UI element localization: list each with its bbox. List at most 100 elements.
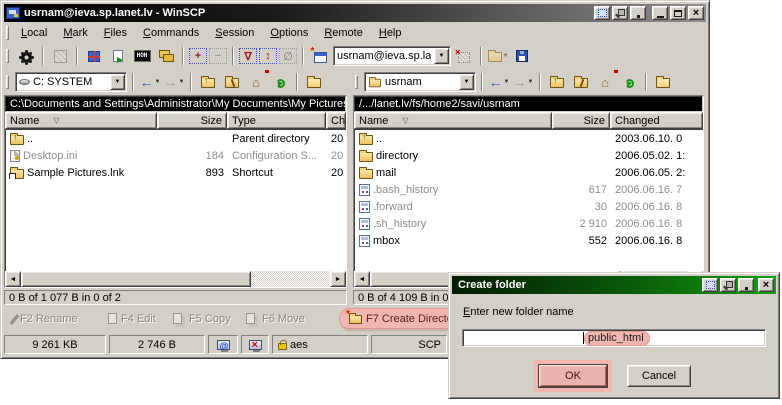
maximize-button[interactable] [670,6,686,20]
file-changed: 20 [327,150,346,162]
select-button[interactable]: + [189,48,207,64]
session-combo-arrow[interactable]: ▼ [434,48,449,64]
local-home-button[interactable]: ⌂ [245,71,267,93]
column-header-type[interactable]: Type [227,112,326,129]
table-row[interactable]: mail 2006.06.05. 2: [355,164,703,181]
swap-panels-button[interactable]: ↕ [259,48,277,64]
scroll-left-button[interactable]: ◄ [5,271,21,287]
synchronize-button[interactable] [83,45,105,67]
local-back-button[interactable]: ←▼ [139,71,161,93]
menu-files[interactable]: Files [96,25,135,41]
remote-dir-combo[interactable]: usrnam ▼ [364,72,476,92]
table-row[interactable]: directory 2006.05.02. 1: [355,147,703,164]
menu-local[interactable]: Local [13,25,55,41]
minimize-button[interactable] [652,6,668,20]
dialog-close-button[interactable]: × [758,278,774,292]
local-drive-value: C: SYSTEM [33,76,107,88]
local-toolbar-grabber[interactable] [6,75,9,89]
local-horizontal-scrollbar[interactable]: ◄ ► [5,271,346,287]
folder-name-input[interactable]: public_html [462,329,766,347]
rollup-button[interactable] [630,6,646,20]
copy-icon [173,313,182,324]
star-icon: * [346,309,350,320]
local-open-dir-button[interactable] [303,71,325,93]
remote-back-button[interactable]: ←▼ [488,71,510,93]
pencil-icon [10,314,19,324]
table-row[interactable]: .forward 30 2006.06.16. 8 [355,198,703,215]
menu-mark[interactable]: Mark [55,25,95,41]
table-row[interactable]: ↑.. Parent directory 20 [6,130,346,147]
menu-options[interactable]: Options [262,25,316,41]
local-panel-toolbar: C: SYSTEM ▼ ←▼ →▼ ↑ ⌂ [4,69,325,95]
filter-button[interactable]: ∇ [239,48,257,64]
close-button[interactable]: × [688,6,704,20]
ok-button[interactable]: OK [539,365,607,387]
remote-open-dir-button[interactable] [652,71,674,93]
local-drive-combo[interactable]: C: SYSTEM ▼ [15,72,127,92]
sort-icon: ▽ [402,116,408,125]
edit-icon [108,313,117,324]
dock-button[interactable] [594,6,610,20]
column-header-size[interactable]: Size [157,112,227,129]
column-header-size[interactable]: Size [552,112,610,129]
toolbar-grabber[interactable] [6,49,9,63]
cancel-button[interactable]: Cancel [627,365,691,387]
remote-dir-combo-arrow[interactable]: ▼ [459,74,474,90]
table-row[interactable]: Sample Pictures.lnk 893 Shortcut 20 [6,164,346,181]
menu-session[interactable]: Session [207,25,262,41]
remote-refresh-button[interactable] [618,71,640,93]
local-parent-dir-button[interactable]: ↑ [197,71,219,93]
scroll-left-button[interactable]: ◄ [354,271,370,287]
session-combo[interactable]: usrnam@ieva.sp.la ▼ [333,46,451,66]
column-header-changed[interactable]: Changed [610,112,703,129]
local-size-status: 9 261 KB [4,335,106,354]
preferences-button[interactable] [15,45,37,67]
table-row[interactable]: Desktop.ini 184 Configuration S... 20 [6,147,346,164]
table-row[interactable]: mbox 552 2006.06.16. 8 [355,232,703,249]
column-label: Type [232,115,256,127]
column-header-name[interactable]: Name▽ [354,112,552,129]
scroll-track[interactable] [21,271,330,287]
console-button[interactable]: HOH [131,45,153,67]
menubar-grabber[interactable] [6,26,9,40]
dialog-titlebar[interactable]: Create folder × [452,276,776,294]
main-titlebar[interactable]: usrnam@ieva.sp.lanet.lv - WinSCP × [4,4,706,22]
menu-remote[interactable]: Remote [316,25,371,41]
column-label: Changed [615,115,660,127]
file-size: 184 [158,150,228,162]
column-header-changed[interactable]: Ch [326,112,346,129]
dialog-pin-button[interactable] [720,278,736,292]
scroll-right-button[interactable]: ► [330,271,346,287]
file-changed: 2006.06.16. 7 [611,184,703,196]
sync-browsing-button[interactable] [155,45,177,67]
bookmarks-button: ▼ [487,45,509,67]
dialog-rollup-button[interactable] [738,278,754,292]
file-size: 893 [158,167,228,179]
remote-home-button[interactable]: ⌂ [594,71,616,93]
console-status-icon: @ [217,340,230,350]
remote-toolbar-grabber[interactable] [355,75,358,89]
network-button[interactable] [49,45,71,67]
table-row[interactable]: ↑.. 2003.06.10. 0 [355,130,703,147]
sync-folders-icon [159,50,174,62]
remote-root-dir-button[interactable] [570,71,592,93]
column-header-name[interactable]: Name▽ [5,112,157,129]
table-row[interactable]: .sh_history 2 910 2006.06.16. 8 [355,215,703,232]
compare-button[interactable] [107,45,129,67]
local-refresh-button[interactable] [269,71,291,93]
local-drive-combo-arrow[interactable]: ▼ [110,74,125,90]
remote-size-status: 2 746 B [109,335,205,354]
scroll-thumb[interactable] [21,271,251,287]
save-session-button[interactable] [511,45,533,67]
menu-commands[interactable]: Commands [135,25,207,41]
pin-button[interactable] [612,6,628,20]
remote-parent-dir-button[interactable]: ↑ [546,71,568,93]
dialog-dock-button[interactable] [702,278,718,292]
file-name: .sh_history [373,218,426,230]
menu-help[interactable]: Help [371,25,410,41]
table-row[interactable]: .bash_history 617 2006.06.16. 7 [355,181,703,198]
parent-folder-icon: ↑ [201,78,215,88]
local-root-dir-button[interactable] [221,71,243,93]
new-session-button[interactable]: * [309,45,331,67]
close-session-button[interactable]: × [453,45,475,67]
